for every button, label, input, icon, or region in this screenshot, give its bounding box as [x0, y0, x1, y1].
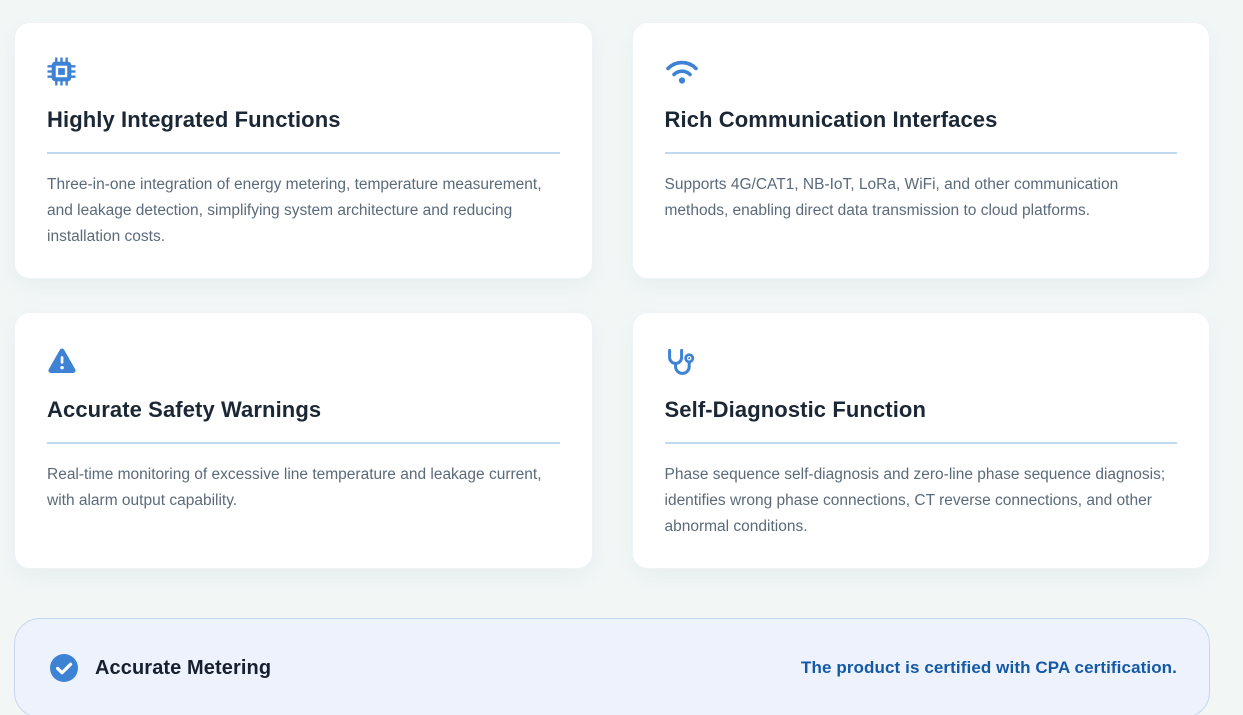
- feature-card-description: Real-time monitoring of excessive line t…: [47, 462, 560, 514]
- feature-card-highly-integrated: Highly Integrated Functions Three-in-one…: [14, 22, 593, 279]
- banner-label: Accurate Metering: [95, 657, 271, 680]
- certification-note: The product is certified with CPA certif…: [801, 658, 1177, 678]
- feature-card-title: Self-Diagnostic Function: [665, 397, 1178, 444]
- feature-card-description: Three-in-one integration of energy meter…: [47, 172, 560, 250]
- feature-card-title: Highly Integrated Functions: [47, 107, 560, 154]
- product-features-section: Highly Integrated Functions Three-in-one…: [0, 22, 1243, 715]
- feature-card-title: Accurate Safety Warnings: [47, 397, 560, 444]
- accurate-metering-banner: Accurate Metering The product is certifi…: [14, 618, 1210, 715]
- feature-card-communication: Rich Communication Interfaces Supports 4…: [632, 22, 1211, 279]
- banner-left-group: Accurate Metering: [49, 653, 271, 683]
- wifi-icon: [665, 57, 699, 87]
- feature-card-description: Phase sequence self-diagnosis and zero-l…: [665, 462, 1178, 540]
- microchip-icon: [47, 57, 76, 87]
- feature-card-title: Rich Communication Interfaces: [665, 107, 1178, 154]
- feature-cards-grid: Highly Integrated Functions Three-in-one…: [14, 22, 1210, 569]
- feature-card-safety-warnings: Accurate Safety Warnings Real-time monit…: [14, 312, 593, 569]
- warning-triangle-icon: [47, 347, 77, 377]
- check-circle-icon: [49, 653, 79, 683]
- stethoscope-icon: [665, 347, 695, 377]
- feature-card-description: Supports 4G/CAT1, NB-IoT, LoRa, WiFi, an…: [665, 172, 1178, 224]
- feature-card-self-diagnostic: Self-Diagnostic Function Phase sequence …: [632, 312, 1211, 569]
